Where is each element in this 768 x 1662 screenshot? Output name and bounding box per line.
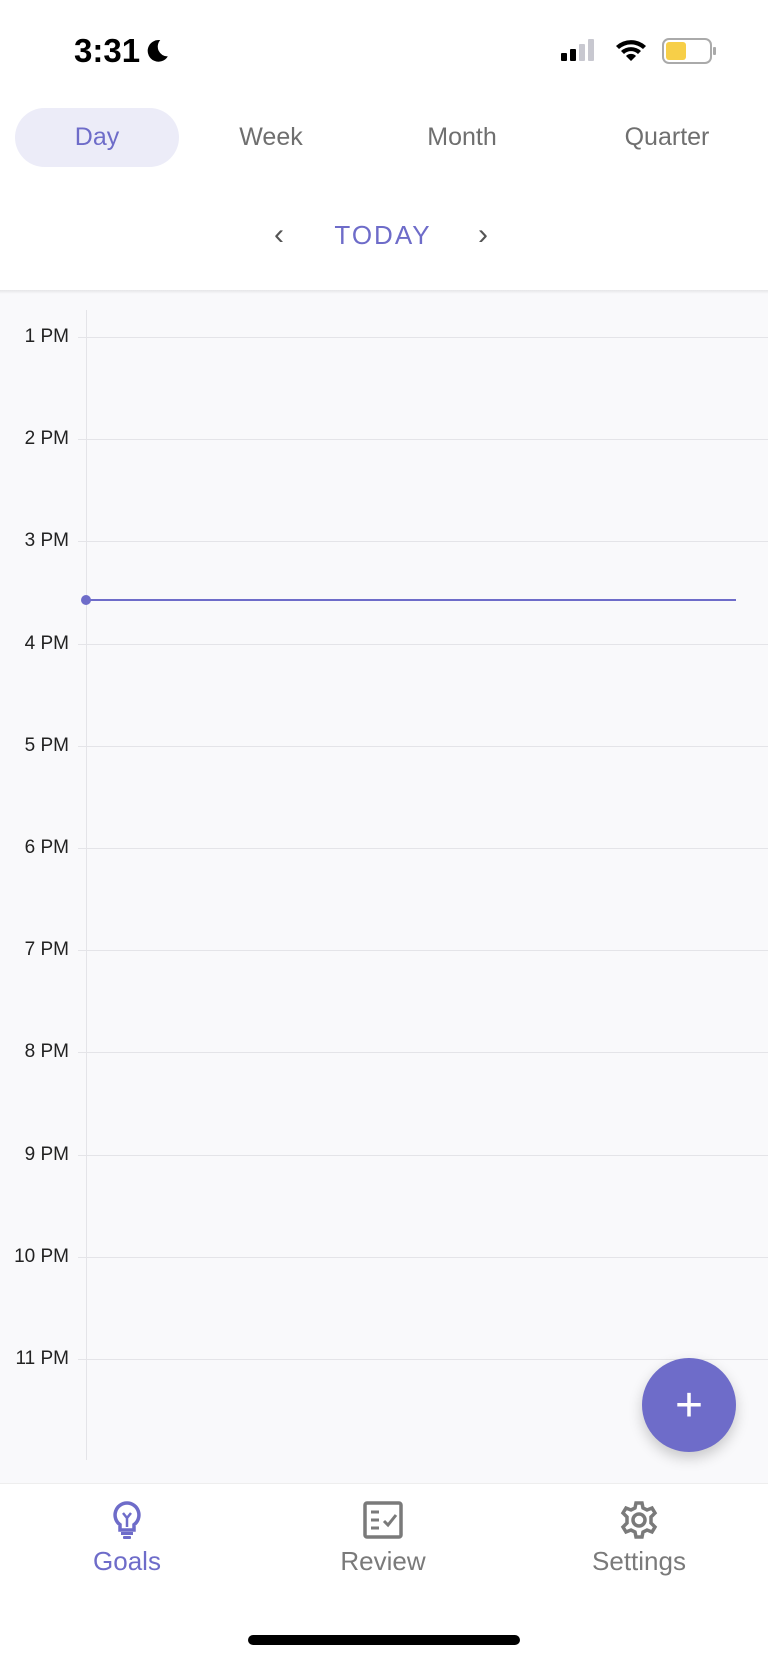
hour-label: 2 PM — [24, 428, 69, 450]
moon-icon — [147, 40, 168, 62]
hour-label: 9 PM — [24, 1143, 69, 1165]
signal-icon — [561, 39, 594, 61]
home-indicator — [248, 1635, 520, 1645]
hour-gridline — [78, 848, 768, 849]
hour-label: 11 PM — [15, 1348, 69, 1369]
today-button[interactable]: TODAY — [283, 220, 483, 251]
hour-label: 5 PM — [24, 734, 69, 756]
bottom-tab-label: Goals — [93, 1546, 161, 1576]
hour-gridline — [78, 745, 768, 747]
hour-gridline — [78, 1256, 768, 1258]
time-gutter-divider — [86, 310, 87, 1460]
tab-quarter[interactable]: Quarter — [592, 108, 742, 167]
header-divider — [0, 290, 768, 294]
hour-gridline — [78, 541, 768, 543]
hour-label: 1 PM — [24, 326, 69, 347]
hour-label: 4 PM — [24, 632, 69, 654]
tab-month[interactable]: Month — [382, 108, 542, 167]
tab-week[interactable]: Week — [196, 108, 346, 167]
bottom-tab-label: Settings — [592, 1546, 686, 1576]
current-time-dot — [81, 595, 91, 605]
checklist-icon — [363, 1501, 403, 1539]
hour-label: 6 PM — [24, 837, 69, 858]
hour-gridline — [78, 439, 768, 441]
day-calendar[interactable] — [0, 294, 768, 1483]
hour-label: 10 PM — [14, 1245, 69, 1267]
hour-gridline — [78, 337, 768, 338]
tab-day[interactable]: Day — [15, 108, 179, 167]
bottom-tab-goals[interactable]: Goals — [27, 1500, 227, 1577]
battery-icon — [662, 38, 716, 64]
hour-gridline — [78, 950, 768, 952]
hour-gridline — [78, 1359, 768, 1360]
hour-gridline — [78, 1154, 768, 1156]
status-time: 3:31 — [74, 32, 170, 70]
hour-gridline — [78, 1052, 768, 1054]
add-button[interactable]: + — [642, 1358, 736, 1452]
chevron-right-icon[interactable]: › — [478, 218, 488, 252]
gear-icon — [620, 1501, 658, 1539]
bottom-tab-settings[interactable]: Settings — [539, 1500, 739, 1577]
clock: 3:31 — [74, 32, 141, 69]
hour-label: 8 PM — [24, 1041, 69, 1063]
current-time-line — [86, 599, 736, 601]
lightbulb-icon — [113, 1501, 141, 1539]
bottom-tab-label: Review — [340, 1546, 426, 1576]
wifi-icon — [616, 40, 646, 61]
hour-label: 3 PM — [24, 530, 69, 552]
hour-label: 7 PM — [24, 939, 69, 961]
hour-gridline — [78, 643, 768, 645]
bottom-tab-review[interactable]: Review — [283, 1500, 483, 1577]
